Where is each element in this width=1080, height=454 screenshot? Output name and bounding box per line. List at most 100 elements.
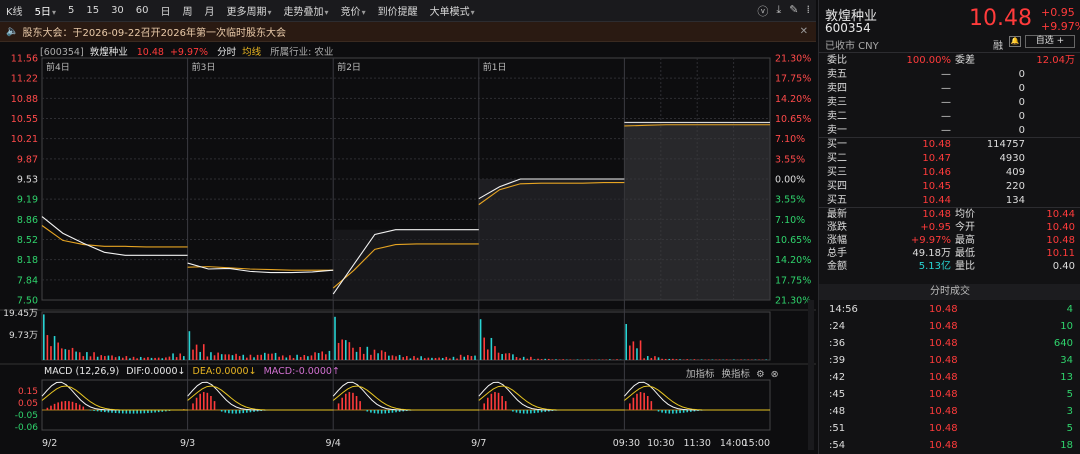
scrollbar[interactable] [808, 300, 814, 450]
gear-icon[interactable]: ⚙ [756, 369, 765, 380]
close-icon[interactable]: ⊗ [771, 369, 779, 380]
volume-bar [456, 358, 458, 360]
volume-bar [271, 353, 273, 360]
macd-bar [121, 410, 124, 414]
volume-bar [263, 352, 266, 360]
volume-bar [188, 331, 191, 360]
volume-bar [402, 357, 405, 360]
volume-bar [337, 342, 340, 360]
macd-bar [366, 410, 369, 412]
y-tick-label: 9.53 [17, 175, 38, 186]
volume-bar [522, 356, 525, 360]
intraday-chart-svg[interactable]: 11.56 21.30% 11.22 17.75% 10.88 14.20% 10.55 10… [0, 0, 816, 454]
macd-y-label: -0.06 [15, 423, 39, 433]
macd-bar [391, 410, 394, 413]
bid-row: 买四 10.45 220 [819, 180, 1080, 194]
volume-bar [161, 358, 164, 360]
volume-bar [650, 357, 653, 360]
change-indicator-button[interactable]: 换指标 [722, 369, 751, 380]
volume-bar [537, 358, 539, 360]
macd-buttons: 加指标 换指标 ⚙ ⊗ [686, 366, 779, 380]
volume-bar [78, 352, 81, 360]
volume-bar [558, 359, 561, 360]
volume-bar [53, 336, 56, 360]
macd-bar [249, 410, 252, 413]
volume-bar [154, 357, 156, 360]
bell-icon[interactable]: 🔔 [1009, 36, 1021, 47]
tick-price: 10.48 [929, 338, 958, 349]
add-watchlist-button[interactable]: 自选 + [1025, 35, 1075, 48]
volume-bar [668, 358, 671, 360]
tick-time: :24 [829, 321, 846, 332]
y-tick-label: 10.55 [11, 114, 38, 125]
quote-change: +0.95 [1041, 6, 1075, 19]
macd-bar [46, 407, 49, 410]
volume-bar [625, 324, 627, 360]
stat-row: 最新 10.48 均价 10.44 [819, 208, 1080, 222]
volume-bar [494, 346, 496, 360]
volume-bar [93, 352, 95, 360]
macd-bar [192, 403, 194, 410]
volume-bar [643, 358, 645, 360]
x-tick-label: 15:00 [743, 438, 770, 449]
macd-bar [373, 410, 376, 414]
macd-bar [494, 392, 496, 410]
volume-bar [260, 354, 262, 360]
stat-value: 10.48 [1046, 235, 1075, 246]
volume-bar [60, 348, 63, 360]
volume-bar [398, 354, 401, 360]
macd-bar [483, 403, 485, 410]
volume-bar [409, 358, 412, 360]
volume-bar [104, 356, 106, 360]
tick-price: 10.48 [929, 304, 958, 315]
volume-bar [179, 353, 182, 360]
tick-volume: 10 [1060, 321, 1073, 332]
add-indicator-button[interactable]: 加指标 [686, 369, 715, 380]
y-pct-label: 14.20% [775, 255, 811, 266]
tick-row: :39 10.48 34 [819, 352, 1080, 369]
volume-bar [75, 351, 77, 360]
volume-bar [416, 357, 419, 360]
macd-bar [522, 410, 525, 414]
stat-row: 涨幅 +9.97% 最高 10.48 [819, 234, 1080, 248]
volume-bar [434, 357, 437, 360]
stat-value: 5.13亿 [918, 261, 951, 272]
volume-bar [479, 319, 482, 360]
stat-value: +9.97% [910, 235, 951, 246]
volume-bar [328, 350, 331, 360]
volume-bar [628, 345, 631, 360]
volume-bar [355, 351, 358, 360]
bid-row: 买一 10.48 114757 [819, 138, 1080, 152]
ask-volume: 0 [1018, 97, 1025, 108]
macd-bar [206, 392, 209, 410]
volume-bar [118, 356, 120, 360]
dea-line [332, 385, 479, 411]
volume-bar [147, 357, 149, 360]
macd-bar [672, 410, 674, 414]
tick-row: :51 10.48 5 [819, 420, 1080, 437]
weibi-label: 委比 [827, 55, 847, 66]
volume-bar [107, 355, 110, 360]
stat-label: 涨幅 [827, 235, 847, 246]
volume-bar [50, 346, 52, 360]
volume-bar [616, 359, 618, 360]
tick-price: 10.48 [929, 423, 958, 434]
macd-y-label: 0.15 [18, 387, 38, 397]
x-tick-label: 9/7 [471, 438, 486, 449]
macd-bar [359, 401, 361, 410]
volume-bar [395, 356, 397, 360]
macd-bar [132, 410, 135, 414]
bid-label: 买四 [827, 181, 847, 192]
macd-bar [136, 410, 138, 414]
macd-bar [537, 410, 539, 413]
volume-bar [246, 357, 248, 360]
macd-bar [628, 403, 631, 410]
ask-price: — [941, 111, 951, 122]
volume-bar [452, 356, 455, 360]
stat-label: 最高 [955, 235, 975, 246]
tick-volume: 13 [1060, 372, 1073, 383]
volume-bar [172, 353, 174, 360]
macd-bar [675, 410, 678, 414]
tick-time: :42 [829, 372, 846, 383]
volume-bar [725, 359, 728, 360]
